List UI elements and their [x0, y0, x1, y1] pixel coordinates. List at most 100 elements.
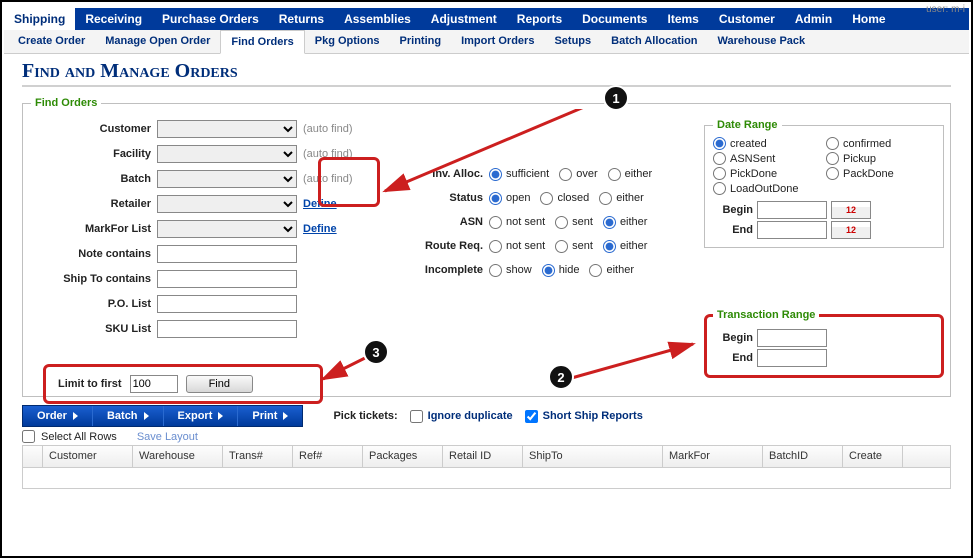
- asn-either[interactable]: either: [603, 216, 648, 229]
- invalloc-radio-0[interactable]: [489, 168, 502, 181]
- nav2-pkg-options[interactable]: Pkg Options: [305, 30, 390, 53]
- col-markfor[interactable]: MarkFor: [663, 446, 763, 467]
- po-input[interactable]: [157, 295, 297, 313]
- asn-radio-1[interactable]: [555, 216, 568, 229]
- daterange-pickdone[interactable]: PickDone: [713, 167, 822, 180]
- incomplete-either[interactable]: either: [589, 264, 634, 277]
- save-layout-link[interactable]: Save Layout: [137, 431, 198, 443]
- nav2-warehouse-pack[interactable]: Warehouse Pack: [708, 30, 816, 53]
- invalloc-radio-2[interactable]: [608, 168, 621, 181]
- begin-date-input[interactable]: [757, 201, 827, 219]
- daterange-radio-1[interactable]: [826, 137, 839, 150]
- daterange-radio-6[interactable]: [713, 182, 726, 195]
- daterange-asnsent[interactable]: ASNSent: [713, 152, 822, 165]
- nav2-setups[interactable]: Setups: [544, 30, 601, 53]
- end-date-input[interactable]: [757, 221, 827, 239]
- incomplete-radio-1[interactable]: [542, 264, 555, 277]
- status-radio-0[interactable]: [489, 192, 502, 205]
- customer-select[interactable]: [157, 120, 297, 138]
- invalloc-either[interactable]: either: [608, 168, 653, 181]
- col-create[interactable]: Create: [843, 446, 903, 467]
- nav1-purchase-orders[interactable]: Purchase Orders: [152, 8, 269, 30]
- shipto-input[interactable]: [157, 270, 297, 288]
- menu-batch[interactable]: Batch: [93, 406, 164, 426]
- calendar-icon[interactable]: 12: [831, 201, 871, 219]
- col-packages[interactable]: Packages: [363, 446, 443, 467]
- status-open[interactable]: open: [489, 192, 530, 205]
- invalloc-over[interactable]: over: [559, 168, 597, 181]
- markfor-define-link[interactable]: Define: [303, 223, 337, 235]
- daterange-created[interactable]: created: [713, 137, 822, 150]
- asn-radio-2[interactable]: [603, 216, 616, 229]
- tr-end-input[interactable]: [757, 349, 827, 367]
- retailer-define-link[interactable]: Define: [303, 198, 337, 210]
- asn-sent[interactable]: sent: [555, 216, 593, 229]
- nav1-adjustment[interactable]: Adjustment: [421, 8, 507, 30]
- retailer-select[interactable]: [157, 195, 297, 213]
- invalloc-radio-1[interactable]: [559, 168, 572, 181]
- nav1-receiving[interactable]: Receiving: [75, 8, 152, 30]
- daterange-radio-3[interactable]: [826, 152, 839, 165]
- menu-order[interactable]: Order: [23, 406, 93, 426]
- incomplete-hide[interactable]: hide: [542, 264, 580, 277]
- incomplete-radio-0[interactable]: [489, 264, 502, 277]
- nav2-create-order[interactable]: Create Order: [8, 30, 95, 53]
- daterange-loadoutdone[interactable]: LoadOutDone: [713, 182, 822, 195]
- daterange-radio-0[interactable]: [713, 137, 726, 150]
- nav2-find-orders[interactable]: Find Orders: [220, 30, 304, 54]
- menu-export[interactable]: Export: [164, 406, 239, 426]
- select-all-checkbox[interactable]: [22, 430, 35, 443]
- col-retail-id[interactable]: Retail ID: [443, 446, 523, 467]
- menu-print[interactable]: Print: [238, 406, 302, 426]
- nav2-import-orders[interactable]: Import Orders: [451, 30, 544, 53]
- nav1-reports[interactable]: Reports: [507, 8, 572, 30]
- daterange-packdone[interactable]: PackDone: [826, 167, 935, 180]
- col-warehouse[interactable]: Warehouse: [133, 446, 223, 467]
- status-closed[interactable]: closed: [540, 192, 589, 205]
- routereq-radio-2[interactable]: [603, 240, 616, 253]
- asn-not-sent[interactable]: not sent: [489, 216, 545, 229]
- routereq-either[interactable]: either: [603, 240, 648, 253]
- incomplete-show[interactable]: show: [489, 264, 532, 277]
- col-customer[interactable]: Customer: [43, 446, 133, 467]
- daterange-radio-4[interactable]: [713, 167, 726, 180]
- nav2-batch-allocation[interactable]: Batch Allocation: [601, 30, 707, 53]
- nav1-home[interactable]: Home: [842, 8, 895, 30]
- col-select[interactable]: [23, 446, 43, 467]
- nav1-assemblies[interactable]: Assemblies: [334, 8, 421, 30]
- col-shipto[interactable]: ShipTo: [523, 446, 663, 467]
- status-radio-2[interactable]: [599, 192, 612, 205]
- markfor-select[interactable]: [157, 220, 297, 238]
- select-all-rows[interactable]: Select All Rows: [22, 430, 117, 443]
- nav1-shipping[interactable]: Shipping: [4, 8, 75, 30]
- nav1-returns[interactable]: Returns: [269, 8, 334, 30]
- status-either[interactable]: either: [599, 192, 644, 205]
- routereq-sent[interactable]: sent: [555, 240, 593, 253]
- nav1-documents[interactable]: Documents: [572, 8, 657, 30]
- sku-input[interactable]: [157, 320, 297, 338]
- short-ship-checkbox[interactable]: Short Ship Reports: [525, 410, 643, 423]
- col-ref-[interactable]: Ref#: [293, 446, 363, 467]
- nav1-admin[interactable]: Admin: [785, 8, 842, 30]
- invalloc-sufficient[interactable]: sufficient: [489, 168, 549, 181]
- col-trans-[interactable]: Trans#: [223, 446, 293, 467]
- batch-select[interactable]: [157, 170, 297, 188]
- note-input[interactable]: [157, 245, 297, 263]
- nav2-printing[interactable]: Printing: [390, 30, 452, 53]
- status-radio-1[interactable]: [540, 192, 553, 205]
- col-batchid[interactable]: BatchID: [763, 446, 843, 467]
- facility-select[interactable]: [157, 145, 297, 163]
- daterange-radio-5[interactable]: [826, 167, 839, 180]
- daterange-pickup[interactable]: Pickup: [826, 152, 935, 165]
- daterange-confirmed[interactable]: confirmed: [826, 137, 935, 150]
- find-button[interactable]: Find: [186, 375, 253, 393]
- routereq-radio-1[interactable]: [555, 240, 568, 253]
- nav2-manage-open-order[interactable]: Manage Open Order: [95, 30, 220, 53]
- routereq-not-sent[interactable]: not sent: [489, 240, 545, 253]
- nav1-customer[interactable]: Customer: [709, 8, 785, 30]
- ignore-duplicate-checkbox[interactable]: Ignore duplicate: [410, 410, 513, 423]
- asn-radio-0[interactable]: [489, 216, 502, 229]
- limit-input[interactable]: [130, 375, 178, 393]
- daterange-radio-2[interactable]: [713, 152, 726, 165]
- calendar-icon[interactable]: 12: [831, 221, 871, 239]
